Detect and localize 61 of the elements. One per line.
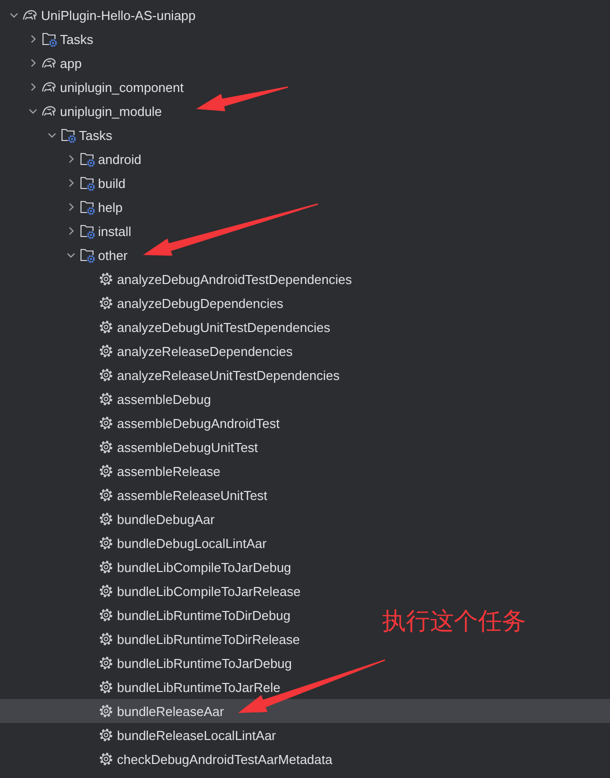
tree-item[interactable]: bundleLibRuntimeToDirDebug	[0, 603, 294, 627]
folder-gear-icon	[60, 127, 76, 143]
tree-item[interactable]: android	[0, 147, 146, 171]
gear-icon	[98, 751, 114, 767]
tree-item[interactable]: assembleDebug	[0, 387, 215, 411]
gear-icon	[98, 343, 114, 359]
gear-icon	[98, 415, 114, 431]
tree-item[interactable]: analyzeDebugAndroidTestDependencies	[0, 267, 356, 291]
gear-icon	[98, 487, 114, 503]
tree-item[interactable]: bundleLibRuntimeToJarRele	[0, 675, 284, 699]
tree-item[interactable]: build	[0, 171, 130, 195]
gear-icon	[98, 271, 114, 287]
tree-item[interactable]: uniplugin_module	[0, 99, 166, 123]
folder-gear-icon	[79, 175, 95, 191]
tree-item[interactable]: checkDebugAndroidTestAarMetadata	[0, 747, 336, 771]
folder-gear-icon	[79, 247, 95, 263]
tree-item[interactable]: analyzeDebugDependencies	[0, 291, 288, 315]
tree-item[interactable]: bundleLibRuntimeToJarDebug	[0, 651, 296, 675]
tree-item[interactable]: UniPlugin-Hello-AS-uniapp	[0, 3, 200, 27]
gear-icon	[98, 607, 114, 623]
folder-gear-icon	[79, 151, 95, 167]
gear-icon	[98, 703, 114, 719]
tree-item[interactable]: assembleDebugUnitTest	[0, 435, 262, 459]
tree-item[interactable]: analyzeReleaseUnitTestDependencies	[0, 363, 344, 387]
gear-icon	[98, 367, 114, 383]
tree-item[interactable]: analyzeReleaseDependencies	[0, 339, 297, 363]
gear-icon	[98, 727, 114, 743]
tree-item[interactable]: bundleReleaseAar	[0, 699, 610, 723]
tree-item[interactable]: bundleDebugAar	[0, 507, 219, 531]
tree-item[interactable]: bundleDebugLocalLintAar	[0, 531, 271, 555]
tree-item[interactable]: assembleDebugAndroidTest	[0, 411, 284, 435]
tree-item[interactable]: other	[0, 243, 132, 267]
tree-item[interactable]: assembleReleaseUnitTest	[0, 483, 272, 507]
tree-item[interactable]: analyzeDebugUnitTestDependencies	[0, 315, 334, 339]
gear-icon	[98, 295, 114, 311]
gear-icon	[98, 463, 114, 479]
gear-icon	[98, 679, 114, 695]
tree-item[interactable]: bundleLibCompileToJarDebug	[0, 555, 296, 579]
folder-gear-icon	[41, 31, 57, 47]
annotation-note: 执行这个任务	[382, 606, 526, 637]
tree-item[interactable]: help	[0, 195, 127, 219]
gear-icon	[98, 583, 114, 599]
gear-icon	[98, 391, 114, 407]
tree-item[interactable]: Tasks	[0, 123, 116, 147]
gear-icon	[98, 535, 114, 551]
gear-icon	[98, 511, 114, 527]
gear-icon	[98, 439, 114, 455]
tree-item[interactable]: bundleReleaseLocalLintAar	[0, 723, 280, 747]
folder-gear-icon	[79, 223, 95, 239]
tree-item[interactable]: assembleRelease	[0, 459, 224, 483]
tree-item[interactable]: bundleLibRuntimeToDirRelease	[0, 627, 304, 651]
gear-icon	[98, 319, 114, 335]
tree-item[interactable]: app	[0, 51, 86, 75]
tree-item[interactable]: bundleLibCompileToJarRelease	[0, 579, 305, 603]
tree-item[interactable]: Tasks	[0, 27, 98, 51]
folder-gear-icon	[79, 199, 95, 215]
tree-item[interactable]: uniplugin_component	[0, 75, 188, 99]
tree-item[interactable]: install	[0, 219, 136, 243]
gear-icon	[98, 655, 114, 671]
gear-icon	[98, 631, 114, 647]
gear-icon	[98, 559, 114, 575]
